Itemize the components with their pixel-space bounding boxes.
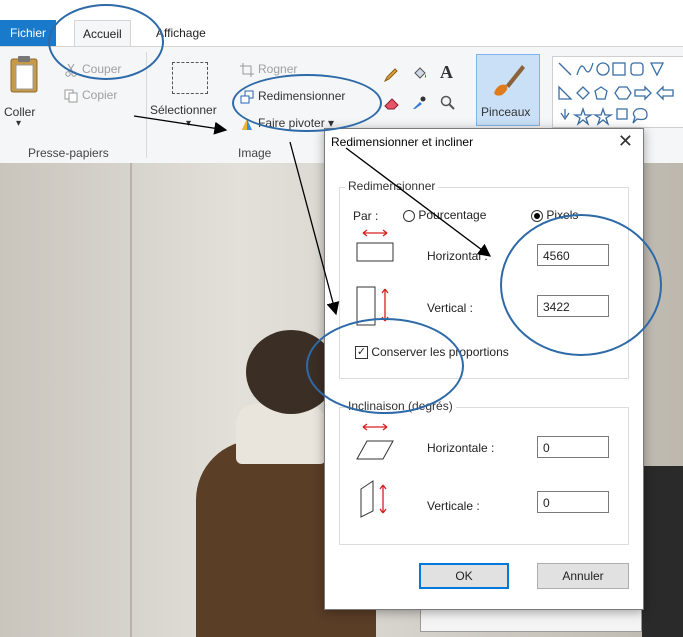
- annotation-arrows: [133, 115, 492, 316]
